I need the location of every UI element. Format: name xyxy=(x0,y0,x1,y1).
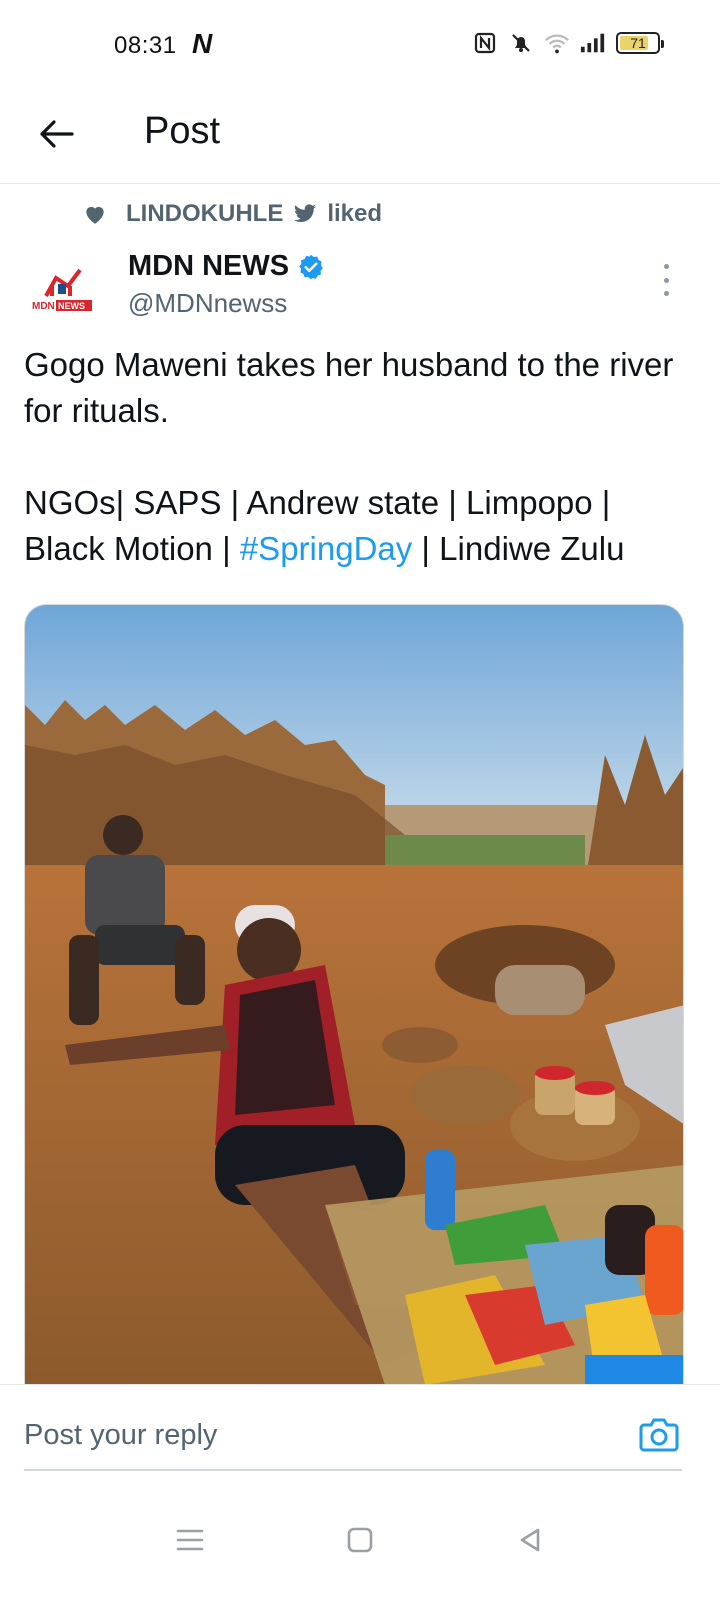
avatar[interactable]: MDN NEWS xyxy=(28,256,100,328)
status-bar: 08:31 N 71 xyxy=(0,0,720,92)
status-icons: 71 xyxy=(472,30,664,56)
page-title: Post xyxy=(144,110,221,152)
system-back-button[interactable] xyxy=(510,1520,550,1560)
tweet-text: Gogo Maweni takes her husband to the riv… xyxy=(24,342,700,572)
menu-icon xyxy=(176,1529,204,1551)
verified-badge-icon xyxy=(299,254,323,279)
arrow-left-icon xyxy=(40,120,74,148)
more-dot xyxy=(663,291,669,296)
recents-button[interactable] xyxy=(170,1520,210,1560)
hashtag-link[interactable]: #SpringDay xyxy=(240,530,412,567)
author-handle[interactable]: @MDNnewss xyxy=(128,288,287,319)
liked-by-user: LINDOKUHLE xyxy=(126,200,284,227)
tweet-media-photo[interactable] xyxy=(24,604,684,1384)
home-button[interactable] xyxy=(340,1520,380,1560)
heart-icon xyxy=(86,206,104,224)
social-context[interactable]: LINDOKUHLE liked xyxy=(82,200,382,228)
mute-icon xyxy=(508,30,534,56)
app-notification-icon: N xyxy=(192,28,213,59)
reply-input[interactable]: Post your reply xyxy=(24,1419,217,1452)
more-dot xyxy=(663,264,669,269)
reply-bar: Post your reply xyxy=(0,1384,720,1480)
square-home-icon xyxy=(347,1527,373,1553)
battery-level: 71 xyxy=(630,35,646,51)
author-name-row[interactable]: MDN NEWS xyxy=(128,250,325,283)
tweet-line-2: NGOs| SAPS | Andrew state | Limpopo | Bl… xyxy=(24,480,700,572)
signal-icon xyxy=(580,30,606,56)
back-button[interactable] xyxy=(30,108,82,160)
top-app-bar: Post xyxy=(0,92,720,184)
status-time: 08:31 xyxy=(114,32,177,59)
camera-icon xyxy=(639,1418,679,1452)
camera-button[interactable] xyxy=(638,1413,680,1455)
tweet-line-1: Gogo Maweni takes her husband to the riv… xyxy=(24,346,674,429)
nfc-icon xyxy=(472,30,498,56)
twitter-bird-icon xyxy=(294,204,317,223)
triangle-back-icon xyxy=(520,1528,540,1552)
avatar-logo-text: MDN xyxy=(32,301,55,312)
battery-icon: 71 xyxy=(616,32,664,54)
more-options-button[interactable] xyxy=(656,264,676,296)
tweet-tags-end: | Lindiwe Zulu xyxy=(412,530,625,567)
liked-label: liked xyxy=(327,200,383,227)
wifi-icon xyxy=(544,30,570,56)
system-nav-bar xyxy=(0,1490,720,1600)
author-name[interactable]: MDN NEWS xyxy=(128,250,289,283)
more-dot xyxy=(663,277,669,283)
svg-text:NEWS: NEWS xyxy=(58,301,85,311)
reply-divider xyxy=(24,1469,682,1471)
